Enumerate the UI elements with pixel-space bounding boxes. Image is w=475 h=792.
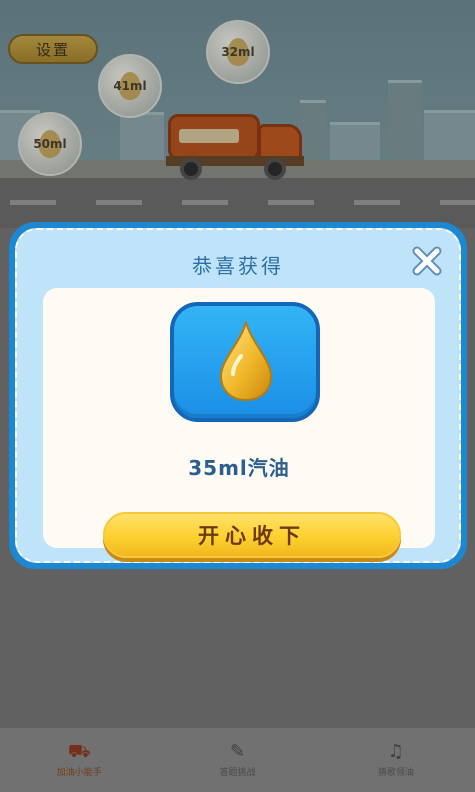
modal-title: 恭喜获得 <box>192 254 284 278</box>
close-icon <box>412 246 442 276</box>
reward-amount: 35ml汽油 <box>188 456 290 480</box>
oil-icon-tile <box>170 302 320 422</box>
reward-modal: 恭喜获得 35ml汽油 开心收下 <box>9 222 467 569</box>
reward-card: 35ml汽油 开心收下 <box>43 288 435 558</box>
oil-drop-icon <box>219 321 273 402</box>
collect-button[interactable]: 开心收下 <box>103 512 401 558</box>
reward-modal-body: 恭喜获得 35ml汽油 开心收下 <box>15 228 461 563</box>
close-button[interactable] <box>409 244 445 278</box>
